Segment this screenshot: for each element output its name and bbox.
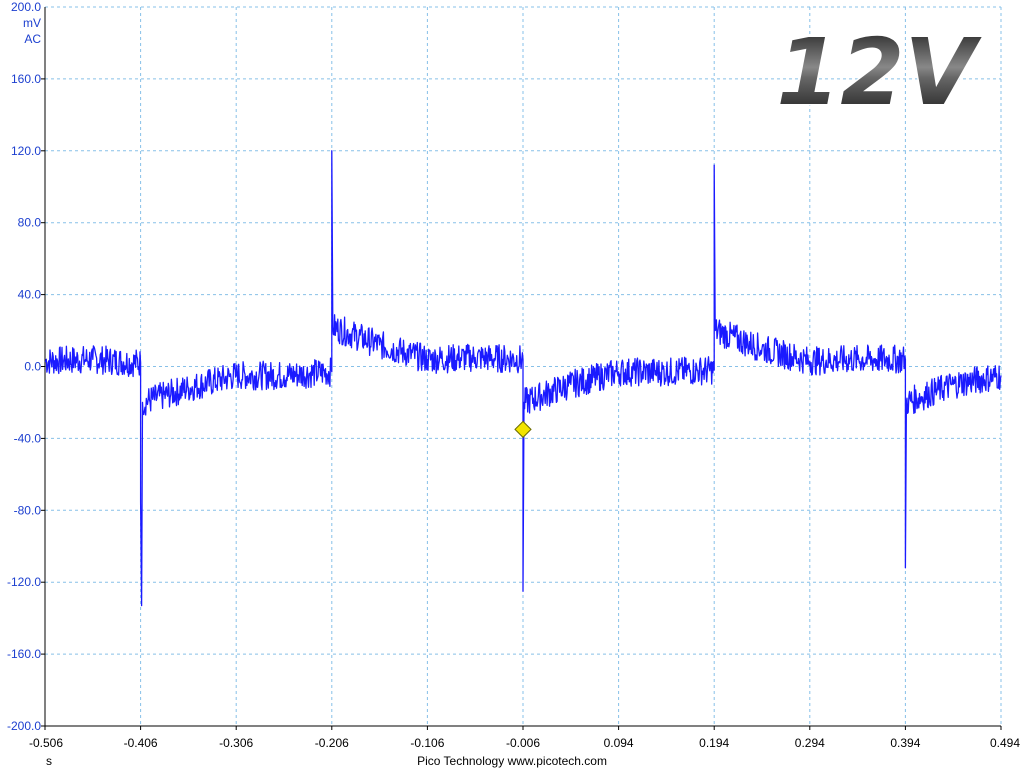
y-tick-label: -120.0 [7,575,41,589]
y-tick-label: 120.0 [11,144,41,158]
voltage-badge: 12V [776,19,982,126]
x-axis-ticks: -0.506 -0.406 -0.306 -0.206 -0.106 -0.006 0.09… [29,726,1020,750]
y-axis-coupling-label: AC [24,32,41,46]
y-tick-label: -200.0 [7,719,41,733]
y-axis-ticks: 160.0 120.0 80.0 40.0 0.0 -40.0 -80.0 -120.0 -16… [7,72,45,733]
y-axis-unit-label: mV [23,16,41,30]
x-tick-label: -0.106 [410,736,444,750]
y-tick-label: 160.0 [11,72,41,86]
trigger-marker[interactable] [514,420,532,439]
y-tick-label: 40.0 [18,288,42,302]
x-tick-label: 0.394 [890,736,920,750]
x-tick-label: 0.194 [699,736,729,750]
x-tick-label: 0.494 [990,736,1020,750]
y-tick-label: -80.0 [14,503,42,517]
x-tick-label: -0.506 [29,736,63,750]
y-tick-label: 80.0 [18,216,42,230]
y-axis-top-label: 200.0 [11,0,41,14]
y-tick-label: -160.0 [7,647,41,661]
x-tick-label: -0.306 [219,736,253,750]
x-tick-label: 0.294 [795,736,825,750]
x-tick-label: -0.006 [506,736,540,750]
oscilloscope-chart: 160.0 120.0 80.0 40.0 0.0 -40.0 -80.0 -120.0 -16… [7,0,1020,768]
y-tick-label: -40.0 [14,431,42,445]
footer-credit: Pico Technology www.picotech.com [417,754,607,768]
x-axis-unit-label: s [46,754,52,768]
x-tick-label: -0.206 [315,736,349,750]
x-tick-label: -0.406 [124,736,158,750]
y-tick-label: 0.0 [24,360,41,374]
x-tick-label: 0.094 [604,736,634,750]
